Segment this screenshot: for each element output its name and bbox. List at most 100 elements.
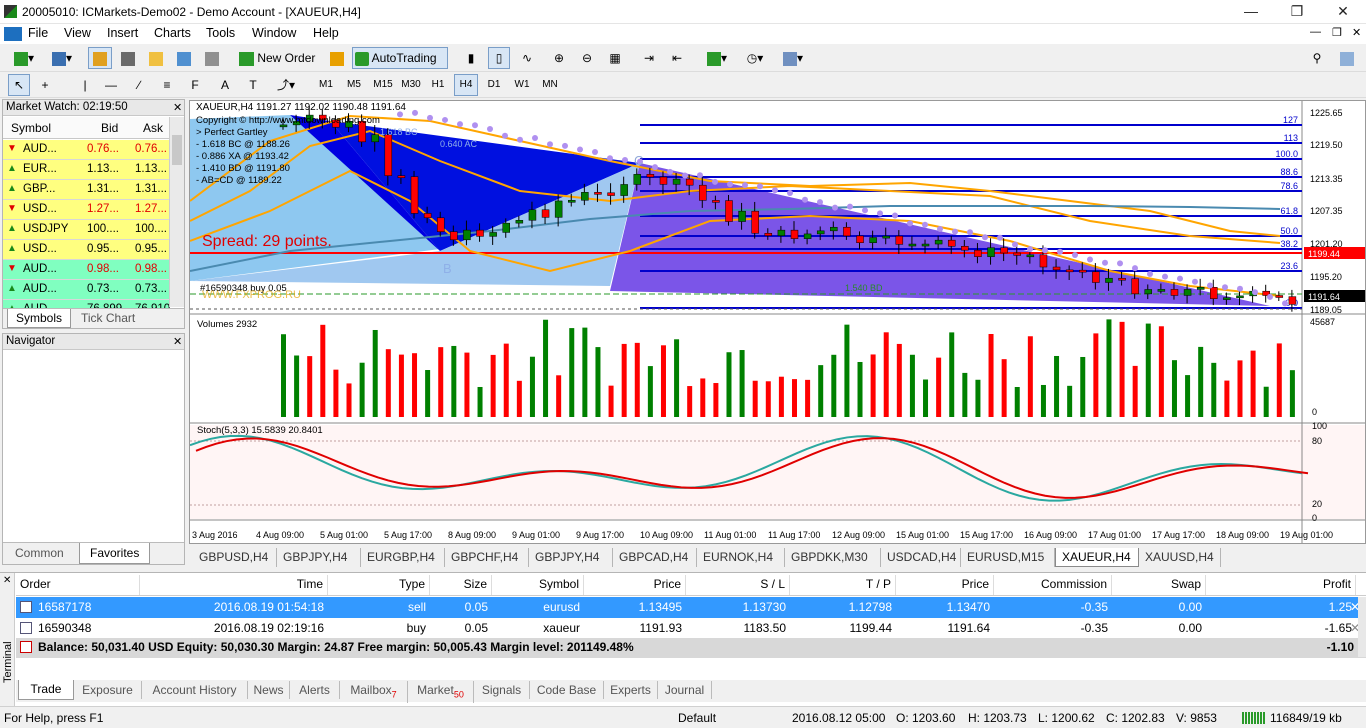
col-header[interactable]: Time [156, 575, 328, 595]
chart-window[interactable]: 127113100.088.678.661.850.038.223.60.012… [189, 100, 1366, 544]
fibonacci-icon[interactable]: F [184, 74, 206, 96]
strategy-tester-icon[interactable] [200, 47, 224, 69]
tab-symbols[interactable]: Symbols [7, 309, 72, 328]
market-watch-toggle-icon[interactable] [88, 47, 112, 69]
candlestick-icon[interactable]: ▯ [488, 47, 510, 69]
period-m30[interactable]: M30 [398, 74, 424, 96]
mdi-minimize-icon[interactable]: — [1310, 26, 1321, 38]
col-header[interactable]: Symbol [496, 575, 584, 595]
chart-tab[interactable]: XAUEUR,H4 [1055, 548, 1139, 567]
col-header[interactable]: Swap [1116, 575, 1206, 595]
market-watch-row[interactable]: ▲ USD... 0.95... 0.95... [3, 240, 169, 260]
market-watch-row[interactable]: ▼ USD... 1.27... 1.27... [3, 200, 169, 220]
menu-help[interactable]: Help [313, 26, 339, 40]
menu-view[interactable]: View [64, 26, 91, 40]
market-watch-row[interactable]: ▼ AUD... 0.76... 0.76... [3, 140, 169, 160]
col-symbol[interactable]: Symbol [11, 121, 51, 135]
terminal-tab[interactable]: Signals [474, 681, 530, 699]
auto-scroll-icon[interactable]: ⇥ [638, 47, 660, 69]
col-bid[interactable]: Bid [101, 121, 118, 135]
menu-charts[interactable]: Charts [154, 26, 191, 40]
col-header[interactable]: Size [434, 575, 492, 595]
close-button[interactable]: ✕ [1320, 0, 1366, 24]
chart-tab[interactable]: GBPCAD,H4 [613, 548, 697, 567]
market-watch-close-icon[interactable]: ✕ [173, 101, 182, 114]
chart-tab[interactable]: EURUSD,M15 [961, 548, 1055, 567]
arrows-button[interactable]: ⤴▾ [268, 74, 304, 96]
chart-tab[interactable]: GBPJPY,H4 [529, 548, 613, 567]
tab-common[interactable]: Common [15, 546, 64, 560]
indicators-button[interactable]: ▾ [700, 47, 734, 69]
period-w1[interactable]: W1 [510, 74, 534, 96]
mdi-restore-icon[interactable]: ❐ [1332, 26, 1342, 39]
terminal-tab[interactable]: News [248, 681, 290, 699]
periods-clock-icon[interactable]: ◷▾ [738, 47, 772, 69]
menu-tools[interactable]: Tools [206, 26, 235, 40]
col-ask[interactable]: Ask [143, 121, 163, 135]
tile-windows-icon[interactable]: ▦ [604, 47, 626, 69]
chart-tab[interactable]: EURNOK,H4 [697, 548, 785, 567]
period-mn[interactable]: MN [538, 74, 562, 96]
search-icon[interactable]: ⚲ [1306, 47, 1328, 69]
terminal-tab[interactable]: Mailbox7 [340, 681, 408, 704]
terminal-tab[interactable]: Experts [604, 681, 658, 699]
text-icon[interactable]: A [214, 74, 236, 96]
zoom-in-icon[interactable]: ⊕ [548, 47, 570, 69]
terminal-tab[interactable]: Account History [142, 681, 248, 699]
maximize-button[interactable]: ❐ [1274, 0, 1320, 24]
new-order-button[interactable]: New Order [236, 47, 322, 69]
data-window-icon[interactable] [116, 47, 140, 69]
terminal-tab[interactable]: Alerts [290, 681, 340, 699]
menu-insert[interactable]: Insert [107, 26, 138, 40]
col-header[interactable]: T / P [794, 575, 896, 595]
zoom-out-icon[interactable]: ⊖ [576, 47, 598, 69]
mdi-close-icon[interactable]: ✕ [1352, 26, 1361, 39]
market-watch-row[interactable]: ▼ AUD... 0.98... 0.98... [3, 260, 169, 280]
text-label-icon[interactable]: T [242, 74, 264, 96]
market-watch-scrollbar[interactable] [169, 117, 184, 307]
period-h4[interactable]: H4 [454, 74, 478, 96]
channel-icon[interactable]: ≡ [156, 74, 178, 96]
terminal-tab[interactable]: Market50 [408, 681, 474, 704]
chart-shift-icon[interactable]: ⇤ [666, 47, 688, 69]
new-chart-button[interactable]: ▾ [6, 47, 42, 69]
period-h1[interactable]: H1 [426, 74, 450, 96]
navigator-icon[interactable] [144, 47, 168, 69]
terminal-close-icon[interactable]: ✕ [3, 575, 11, 586]
autotrading-button[interactable]: AutoTrading [352, 47, 448, 69]
crosshair-icon[interactable]: + [34, 74, 56, 96]
metaeditor-icon[interactable] [326, 47, 348, 69]
market-watch-row[interactable]: ▲ EUR... 1.13... 1.13... [3, 160, 169, 180]
minimize-button[interactable]: — [1228, 0, 1274, 24]
col-header[interactable]: Price [900, 575, 994, 595]
col-header[interactable]: Type [334, 575, 430, 595]
trade-row[interactable]: 16590348 2016.08.19 02:19:16 buy 0.05 xaueur… [16, 618, 1366, 639]
period-m1[interactable]: M1 [314, 74, 338, 96]
chart-tab[interactable]: GBPCHF,H4 [445, 548, 529, 567]
templates-button[interactable]: ▾ [776, 47, 810, 69]
col-header[interactable]: Commission [998, 575, 1112, 595]
tab-favorites[interactable]: Favorites [79, 543, 151, 564]
chart-tab[interactable]: GBPJPY,H4 [277, 548, 361, 567]
col-header[interactable]: Order [20, 575, 140, 595]
terminal-tab[interactable]: Exposure [74, 681, 142, 699]
chart-tab[interactable]: EURGBP,H4 [361, 548, 445, 567]
menu-file[interactable]: File [28, 26, 48, 40]
col-header[interactable]: Profit [1210, 575, 1356, 595]
terminal-tab[interactable]: Code Base [530, 681, 604, 699]
cursor-icon[interactable]: ↖ [8, 74, 30, 96]
vertical-line-icon[interactable]: | [74, 74, 96, 96]
col-header[interactable]: S / L [690, 575, 790, 595]
market-watch-row[interactable]: ▲ USDJPY 100.... 100.... [3, 220, 169, 240]
tab-tick-chart[interactable]: Tick Chart [81, 311, 135, 325]
period-m5[interactable]: M5 [342, 74, 366, 96]
community-icon[interactable] [1334, 47, 1360, 69]
bar-chart-icon[interactable]: ▮ [460, 47, 482, 69]
line-chart-icon[interactable]: ∿ [516, 47, 538, 69]
market-watch-row[interactable]: ▲ AUD... 0.73... 0.73... [3, 280, 169, 300]
terminal-icon[interactable] [172, 47, 196, 69]
period-d1[interactable]: D1 [482, 74, 506, 96]
chart-tab[interactable]: GBPUSD,H4 [193, 548, 277, 567]
menu-window[interactable]: Window [252, 26, 296, 40]
chart-tab[interactable]: USDCAD,H4 [881, 548, 961, 567]
